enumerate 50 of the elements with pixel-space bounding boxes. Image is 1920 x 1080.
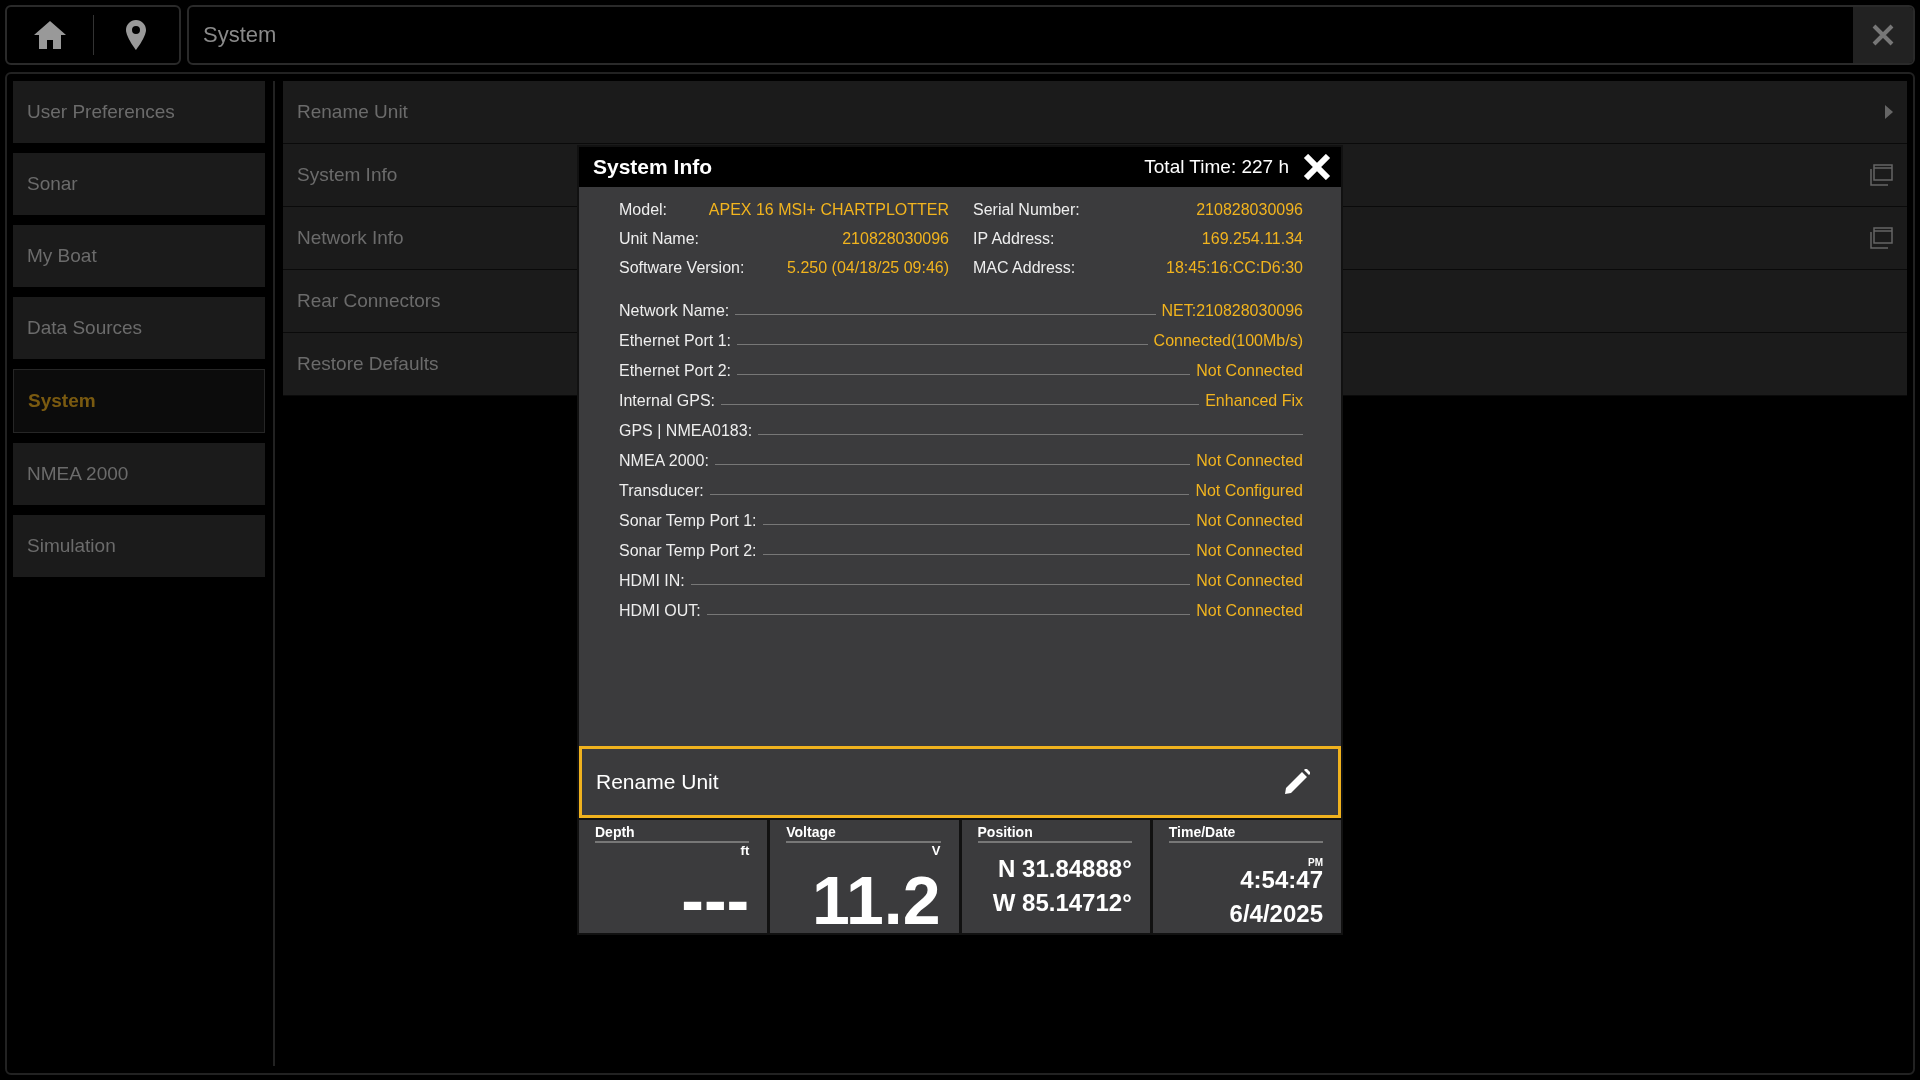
info-value: 5.250 (04/18/25 09:46) bbox=[787, 258, 949, 277]
status-value: Not Connected bbox=[1196, 602, 1303, 620]
gauge-value: W 85.14712° bbox=[992, 889, 1132, 917]
gauge-value: --- bbox=[681, 869, 750, 931]
time-value: 4:54:47 bbox=[1240, 866, 1323, 894]
ampm-label: PM bbox=[1308, 857, 1323, 868]
gauge-title: Voltage bbox=[786, 824, 941, 843]
status-label: Sonar Temp Port 1: bbox=[619, 512, 757, 530]
menu-label: System Info bbox=[297, 164, 398, 186]
gauge-title: Time/Date bbox=[1168, 824, 1323, 843]
status-value: Not Connected bbox=[1196, 452, 1303, 470]
total-time: Total Time: 227 h bbox=[1144, 156, 1289, 178]
page-title: System bbox=[202, 21, 278, 49]
date-value: 6/4/2025 bbox=[1229, 900, 1323, 928]
status-label: Ethernet Port 1: bbox=[619, 332, 732, 350]
unit-label: V bbox=[931, 843, 941, 858]
status-label: Transducer: bbox=[619, 482, 704, 500]
gauge-title: Position bbox=[977, 824, 1132, 843]
info-label: IP Address: bbox=[973, 229, 1055, 248]
status-label: Network Name: bbox=[619, 302, 730, 320]
status-value: Not Connected bbox=[1196, 512, 1303, 530]
dialog-title: System Info bbox=[593, 155, 714, 179]
status-label: HDMI IN: bbox=[619, 572, 685, 590]
menu-label: Network Info bbox=[297, 227, 404, 249]
info-label: MAC Address: bbox=[973, 258, 1076, 277]
status-label: GPS | NMEA0183: bbox=[619, 422, 753, 440]
menu-label: Rear Connectors bbox=[297, 290, 441, 312]
status-label: NMEA 2000: bbox=[619, 452, 709, 470]
status-label: Internal GPS: bbox=[619, 392, 716, 410]
status-value: Enhanced Fix bbox=[1205, 392, 1303, 410]
gauge-title: Depth bbox=[595, 824, 750, 843]
gauge-value: 11.2 bbox=[811, 869, 941, 931]
gauge-value: N 31.84888° bbox=[998, 855, 1132, 883]
unit-label: ft bbox=[740, 843, 750, 858]
status-value: Not Configured bbox=[1195, 482, 1303, 500]
info-value: 18:45:16:CC:D6:30 bbox=[1166, 258, 1303, 277]
menu-label: Rename Unit bbox=[297, 101, 408, 123]
menu-label: Restore Defaults bbox=[297, 353, 439, 375]
info-value: 169.254.11.34 bbox=[1201, 229, 1303, 248]
status-value: Connected(100Mb/s) bbox=[1153, 332, 1303, 350]
status-value: NET:210828030096 bbox=[1161, 302, 1303, 320]
status-label: Ethernet Port 2: bbox=[619, 362, 732, 380]
status-value: Not Connected bbox=[1196, 362, 1303, 380]
status-label: Sonar Temp Port 2: bbox=[619, 542, 757, 560]
info-label: Unit Name: bbox=[619, 229, 700, 248]
status-label: HDMI OUT: bbox=[619, 602, 701, 620]
info-value: 210828030096 bbox=[842, 229, 949, 248]
status-value: Not Connected bbox=[1196, 542, 1303, 560]
info-label: Software Version: bbox=[619, 258, 745, 277]
status-value: Not Connected bbox=[1196, 572, 1303, 590]
